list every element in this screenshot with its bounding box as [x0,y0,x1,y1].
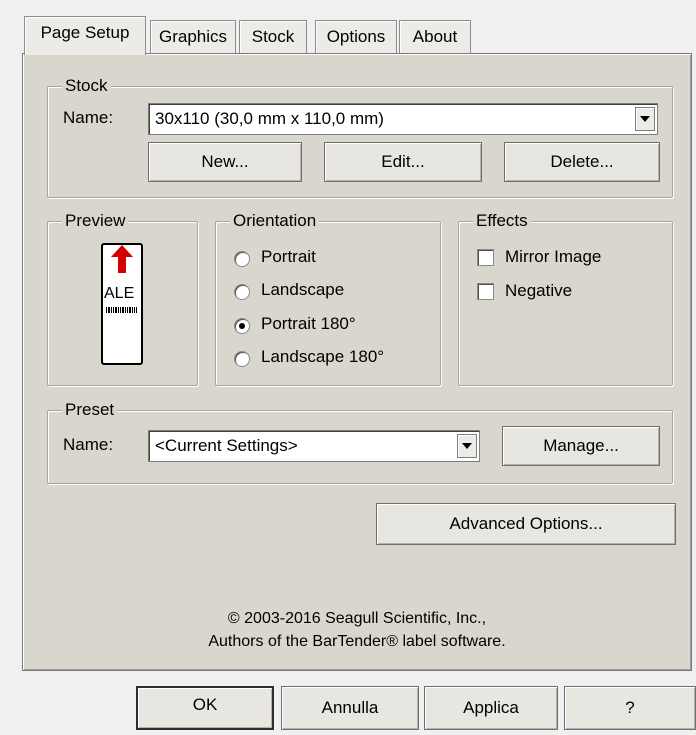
stock-group-title: Stock [62,75,111,97]
effects-group: Effects Mirror Image Negative [458,210,673,386]
preset-name-value: <Current Settings> [155,436,298,455]
mirror-image-label: Mirror Image [505,247,602,266]
negative-label: Negative [505,281,573,300]
copyright-line-1: © 2003-2016 Seagull Scientific, Inc., [227,610,487,627]
preview-arrow-icon [106,245,137,313]
chevron-down-icon[interactable] [635,107,655,131]
mirror-image-box[interactable] [477,249,494,266]
new-stock-button[interactable]: New... [148,142,302,182]
stock-name-value: 30x110 (30,0 mm x 110,0 mm) [155,109,384,128]
label-preview: ALE [101,243,143,365]
preview-label-text: ALE [104,285,135,302]
radio-landscape-button[interactable] [234,284,250,300]
effects-group-title: Effects [473,210,531,232]
radio-landscape-180-button[interactable] [234,351,250,367]
page-setup-dialog: Page Setup Graphics Stock Options About … [0,0,696,735]
stock-name-label: Name: [63,108,114,127]
tab-stock[interactable]: Stock [239,20,307,53]
preset-group: Preset Name: <Current Settings> Manage..… [47,399,673,484]
preset-name-label: Name: [63,435,114,454]
tab-page-setup[interactable]: Page Setup [24,16,146,55]
stock-group: Stock Name: 30x110 (30,0 mm x 110,0 mm) … [47,75,673,198]
radio-portrait-180-button[interactable] [234,318,250,334]
edit-stock-button[interactable]: Edit... [324,142,482,182]
tab-panel: Stock Name: 30x110 (30,0 mm x 110,0 mm) … [22,53,692,671]
help-button[interactable]: ? [564,686,696,730]
tab-about[interactable]: About [399,20,471,53]
preview-group: Preview ALE [47,210,198,386]
radio-landscape-label: Landscape [261,280,345,299]
apply-button[interactable]: Applica [424,686,558,730]
ok-button[interactable]: OK [136,686,274,730]
preset-group-title: Preset [62,399,118,421]
radio-portrait-button[interactable] [234,251,250,267]
radio-portrait-label: Portrait [261,247,316,266]
preview-group-title: Preview [62,210,129,232]
preset-name-combo[interactable]: <Current Settings> [148,430,480,462]
negative-box[interactable] [477,283,494,300]
chevron-down-icon[interactable] [457,434,477,458]
tab-options[interactable]: Options [315,20,397,53]
orientation-group-title: Orientation [230,210,320,232]
copyright-line-2: Authors of the BarTender® label software… [208,633,506,650]
stock-name-combo[interactable]: 30x110 (30,0 mm x 110,0 mm) [148,103,658,135]
manage-presets-button[interactable]: Manage... [502,426,660,466]
radio-landscape-180-label: Landscape 180° [261,347,385,366]
orientation-group: Orientation Portrait Landscape Portrait … [215,210,441,386]
tab-graphics[interactable]: Graphics [150,20,236,53]
advanced-options-button[interactable]: Advanced Options... [376,503,676,545]
radio-portrait-180-label: Portrait 180° [261,314,356,333]
cancel-button[interactable]: Annulla [281,686,419,730]
delete-stock-button[interactable]: Delete... [504,142,660,182]
